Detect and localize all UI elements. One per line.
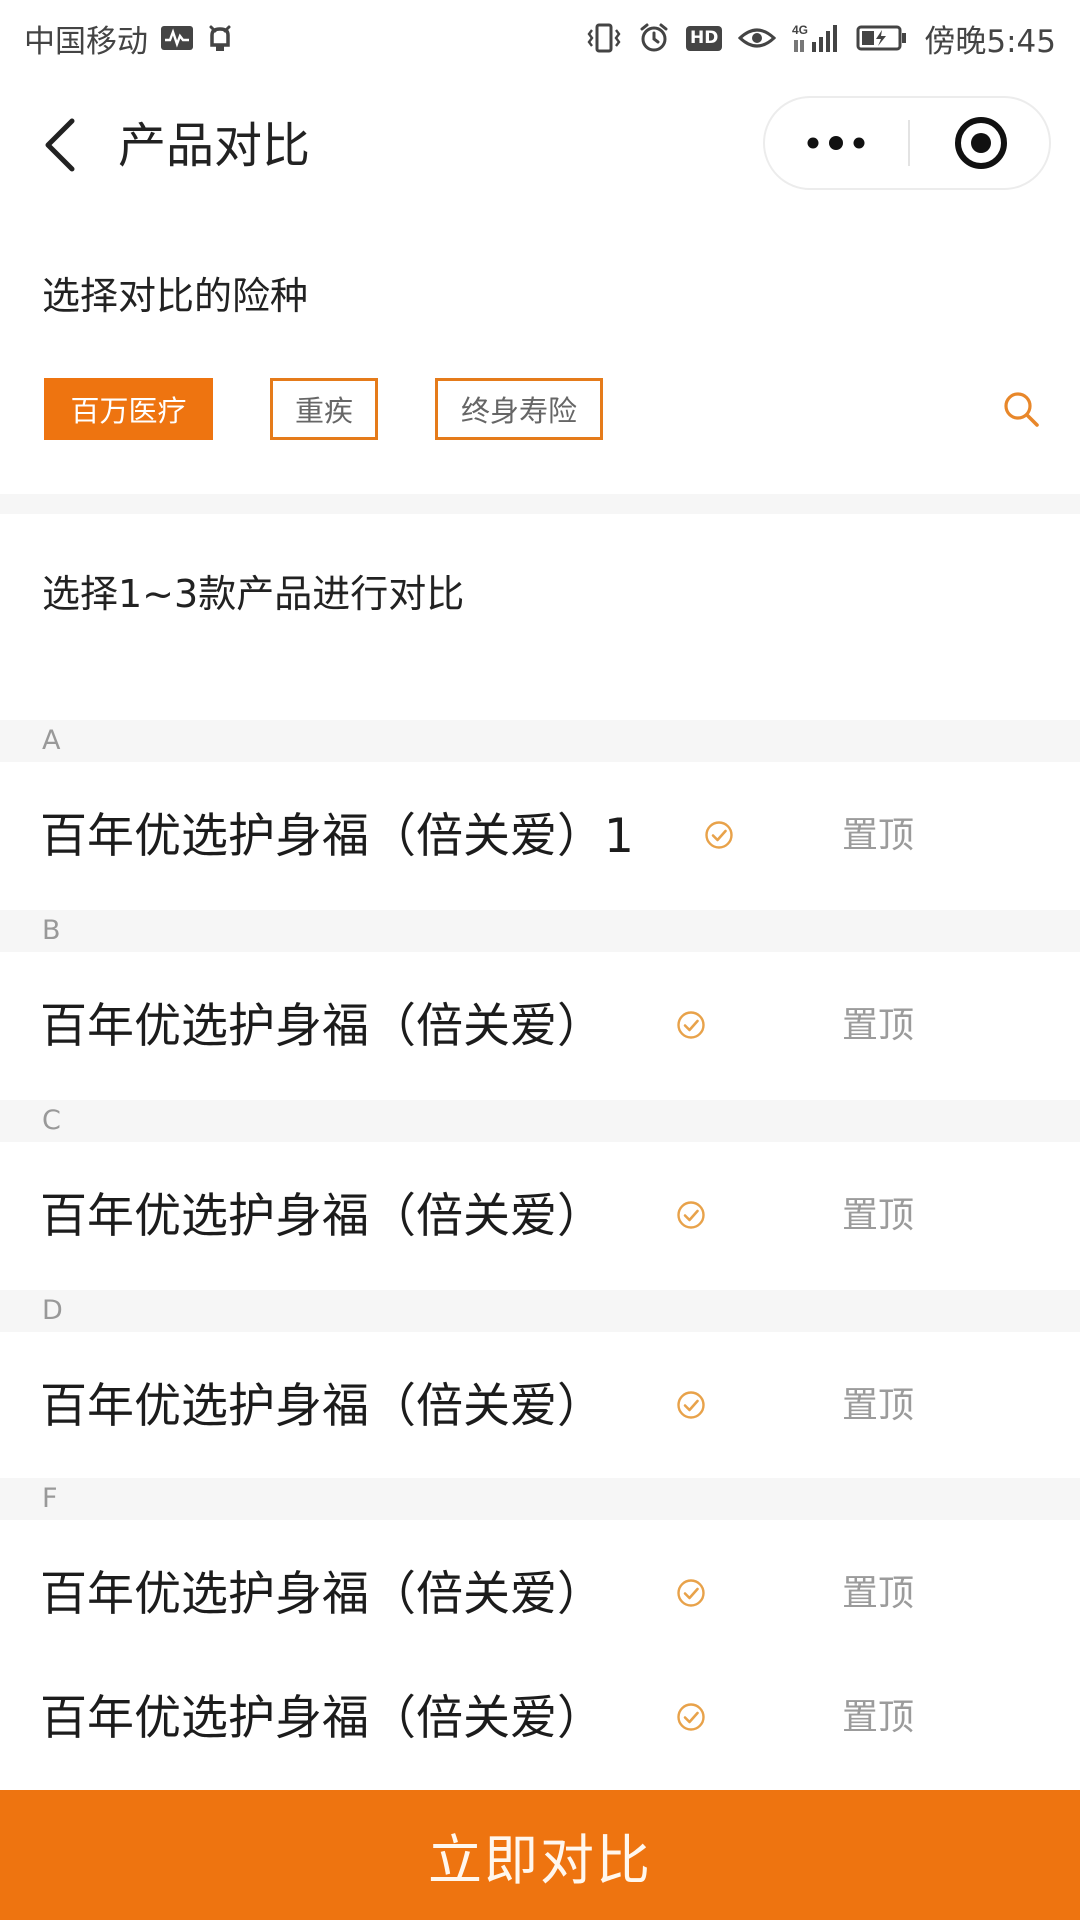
- product-row[interactable]: 百年优选护身福（倍关爱） 置顶: [0, 1668, 1080, 1790]
- pin-to-top-button[interactable]: 置顶: [842, 1570, 914, 1618]
- hd-badge: HD: [686, 25, 723, 51]
- product-name: 百年优选护身福（倍关爱）: [40, 1189, 604, 1244]
- battery-charging-icon: [856, 24, 908, 52]
- pin-to-top-button[interactable]: 置顶: [842, 1382, 914, 1430]
- product-row[interactable]: 百年优选护身福（倍关爱）1 置顶: [0, 762, 1080, 910]
- more-dots-icon: [807, 136, 865, 150]
- product-row[interactable]: 百年优选护身福（倍关爱） 置顶: [0, 1142, 1080, 1290]
- pin-to-top-button[interactable]: 置顶: [842, 812, 914, 860]
- mini-program-capsule: [763, 96, 1051, 190]
- group-header-f: F: [0, 1478, 1080, 1520]
- status-right: HD 4G 傍晚5:45: [586, 16, 1056, 61]
- product-row[interactable]: 百年优选护身福（倍关爱） 置顶: [0, 1520, 1080, 1668]
- product-select-heading: 选择1~3款产品进行对比: [42, 572, 465, 616]
- tag-million-medical[interactable]: 百万医疗: [44, 378, 213, 440]
- product-name: 百年优选护身福（倍关爱）1: [40, 809, 634, 864]
- page-title: 产品对比: [118, 118, 311, 174]
- check-circle-icon[interactable]: [676, 1200, 706, 1230]
- status-bar: 中国移动 HD 4G 傍晚5:45: [0, 0, 1080, 76]
- eye-icon: [738, 24, 777, 52]
- vibrate-icon: [586, 22, 622, 54]
- carrier-name: 中国移动: [24, 23, 148, 60]
- product-name: 百年优选护身福（倍关爱）: [40, 1567, 604, 1622]
- check-circle-icon[interactable]: [676, 1010, 706, 1040]
- check-circle-icon[interactable]: [704, 820, 734, 850]
- insurance-type-heading: 选择对比的险种: [42, 274, 309, 318]
- activity-icon: [160, 24, 194, 52]
- title-bar: 产品对比: [0, 76, 1080, 216]
- pin-to-top-button[interactable]: 置顶: [842, 1694, 914, 1742]
- group-header-a: A: [0, 720, 1080, 762]
- search-button[interactable]: [996, 384, 1046, 434]
- product-row[interactable]: 百年优选护身福（倍关爱） 置顶: [0, 952, 1080, 1100]
- network-type: 4G: [792, 23, 808, 37]
- compare-now-button[interactable]: 立即对比: [0, 1790, 1080, 1920]
- group-header-b: B: [0, 910, 1080, 952]
- target-circle-icon: [954, 117, 1007, 169]
- status-time: 傍晚5:45: [924, 23, 1056, 60]
- product-name: 百年优选护身福（倍关爱）: [40, 999, 604, 1054]
- pin-to-top-button[interactable]: 置顶: [842, 1192, 914, 1240]
- pin-to-top-button[interactable]: 置顶: [842, 1002, 914, 1050]
- more-button[interactable]: [765, 98, 907, 188]
- check-circle-icon[interactable]: [676, 1702, 706, 1732]
- close-mini-program-button[interactable]: [910, 98, 1051, 188]
- tag-critical-illness[interactable]: 重疾: [270, 378, 378, 440]
- check-circle-icon[interactable]: [676, 1390, 706, 1420]
- alarm-bell-icon: [206, 23, 234, 53]
- product-row[interactable]: 百年优选护身福（倍关爱） 置顶: [0, 1332, 1080, 1480]
- back-button[interactable]: [30, 110, 90, 180]
- product-name: 百年优选护身福（倍关爱）: [40, 1379, 604, 1434]
- group-header-c: C: [0, 1100, 1080, 1142]
- search-icon: [1004, 392, 1039, 427]
- signal-4g-icon: 4G: [792, 22, 840, 54]
- chevron-left-icon: [45, 118, 75, 172]
- alarm-clock-icon: [638, 22, 670, 54]
- group-header-d: D: [0, 1290, 1080, 1332]
- section-divider: [0, 494, 1080, 514]
- check-circle-icon[interactable]: [676, 1578, 706, 1608]
- tag-whole-life[interactable]: 终身寿险: [435, 378, 603, 440]
- status-left: 中国移动: [24, 16, 234, 61]
- product-name: 百年优选护身福（倍关爱）: [40, 1691, 604, 1746]
